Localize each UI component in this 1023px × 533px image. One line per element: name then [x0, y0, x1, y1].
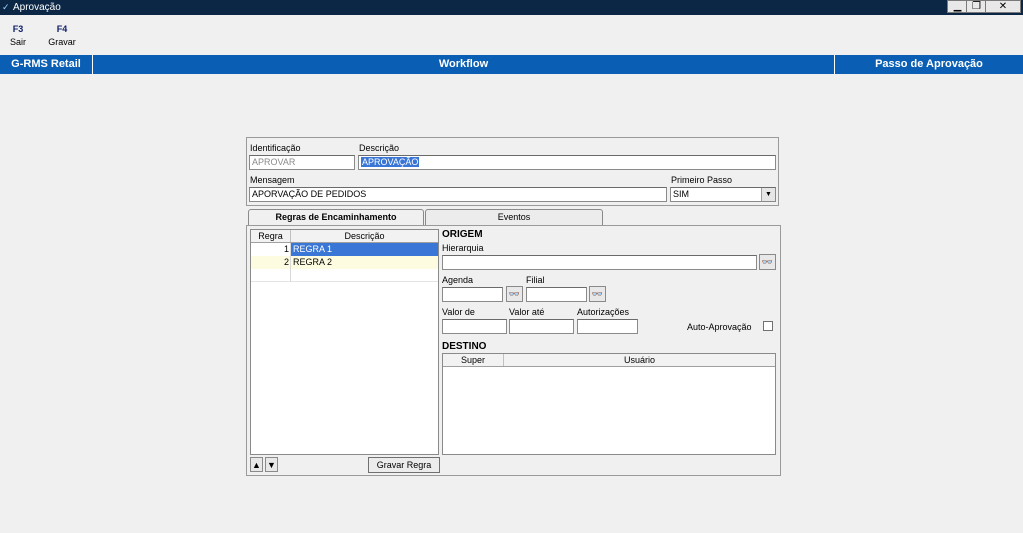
regra-num: 2: [283, 257, 289, 267]
minimize-button[interactable]: ▁: [947, 0, 968, 13]
identificacao-label: Identificação: [250, 143, 301, 153]
app-icon: ✓: [2, 2, 10, 12]
agenda-label: Agenda: [442, 275, 474, 285]
primeiro-passo-value: SIM: [673, 189, 690, 199]
column-super[interactable]: Super: [443, 354, 504, 366]
gravar-regra-button[interactable]: Gravar Regra: [368, 457, 440, 473]
descricao-label: Descrição: [359, 143, 400, 153]
exit-shortcut: F3: [12, 24, 24, 34]
tab-eventos[interactable]: Eventos: [425, 209, 603, 225]
arrow-up-icon[interactable]: ▲: [250, 457, 263, 472]
arrow-down-icon[interactable]: ▼: [265, 457, 278, 472]
header-app-name: G-RMS Retail: [11, 58, 81, 70]
module-header: G-RMS Retail Workflow Passo de Aprovação: [0, 55, 1023, 74]
valor-de-label: Valor de: [442, 307, 475, 317]
auto-aprovacao-checkbox[interactable]: [763, 321, 773, 331]
close-button[interactable]: ✕: [985, 0, 1021, 13]
primeiro-passo-label: Primeiro Passo: [671, 175, 733, 185]
regras-grid-header: Regra Descrição: [251, 230, 438, 243]
binoculars-icon[interactable]: 👓: [506, 286, 523, 302]
destino-title: DESTINO: [442, 341, 487, 352]
column-usuario[interactable]: Usuário: [504, 354, 775, 366]
column-descricao[interactable]: Descrição: [291, 230, 438, 242]
valor-ate-field[interactable]: [509, 319, 574, 334]
table-row-empty: [251, 269, 438, 282]
destino-grid: Super Usuário: [442, 353, 776, 455]
regra-num: 1: [283, 244, 289, 254]
valor-ate-label: Valor até: [509, 307, 545, 317]
filial-label: Filial: [526, 275, 545, 285]
primeiro-passo-select[interactable]: SIM ▼: [670, 187, 776, 202]
exit-tool-button[interactable]: F3 Sair: [4, 24, 32, 47]
table-row[interactable]: 2 REGRA 2: [251, 256, 438, 269]
table-row[interactable]: 1 REGRA 1: [251, 243, 438, 256]
regra-desc: REGRA 2: [293, 257, 333, 267]
destino-grid-header: Super Usuário: [443, 354, 775, 367]
header-screen: Passo de Aprovação: [875, 58, 983, 70]
exit-label: Sair: [9, 37, 26, 47]
title-bar: ✓ Aprovação ▁ ❐ ✕: [0, 0, 1023, 15]
mensagem-field[interactable]: APORVAÇÃO DE PEDIDOS: [249, 187, 667, 202]
origem-title: ORIGEM: [442, 229, 483, 240]
save-tool-button[interactable]: F4 Gravar: [44, 24, 80, 47]
autorizacoes-label: Autorizações: [577, 307, 630, 317]
auto-aprovacao-label: Auto-Aprovação: [687, 322, 752, 332]
descricao-value: APROVAÇÃO: [361, 157, 420, 167]
grid-divider: [290, 243, 291, 282]
valor-de-field[interactable]: [442, 319, 507, 334]
chevron-down-icon[interactable]: ▼: [761, 188, 775, 201]
autorizacoes-field[interactable]: [577, 319, 638, 334]
binoculars-icon[interactable]: 👓: [589, 286, 606, 302]
save-shortcut: F4: [56, 24, 68, 34]
mensagem-label: Mensagem: [250, 175, 295, 185]
regra-desc: REGRA 1: [291, 243, 438, 256]
save-label: Gravar: [48, 37, 76, 47]
hierarquia-label: Hierarquia: [442, 243, 484, 253]
tab-regras[interactable]: Regras de Encaminhamento: [248, 209, 424, 226]
descricao-field[interactable]: APROVAÇÃO: [358, 155, 776, 170]
column-regra[interactable]: Regra: [251, 230, 291, 242]
identificacao-field[interactable]: APROVAR: [249, 155, 355, 170]
restore-button[interactable]: ❐: [966, 0, 987, 13]
header-module: Workflow: [438, 58, 489, 70]
regras-grid: Regra Descrição 1 REGRA 1 2 REGRA 2: [250, 229, 439, 455]
window-title: Aprovação: [13, 2, 61, 13]
binoculars-icon[interactable]: 👓: [759, 254, 776, 270]
hierarquia-field[interactable]: [442, 255, 757, 270]
agenda-field[interactable]: [442, 287, 503, 302]
filial-field[interactable]: [526, 287, 587, 302]
